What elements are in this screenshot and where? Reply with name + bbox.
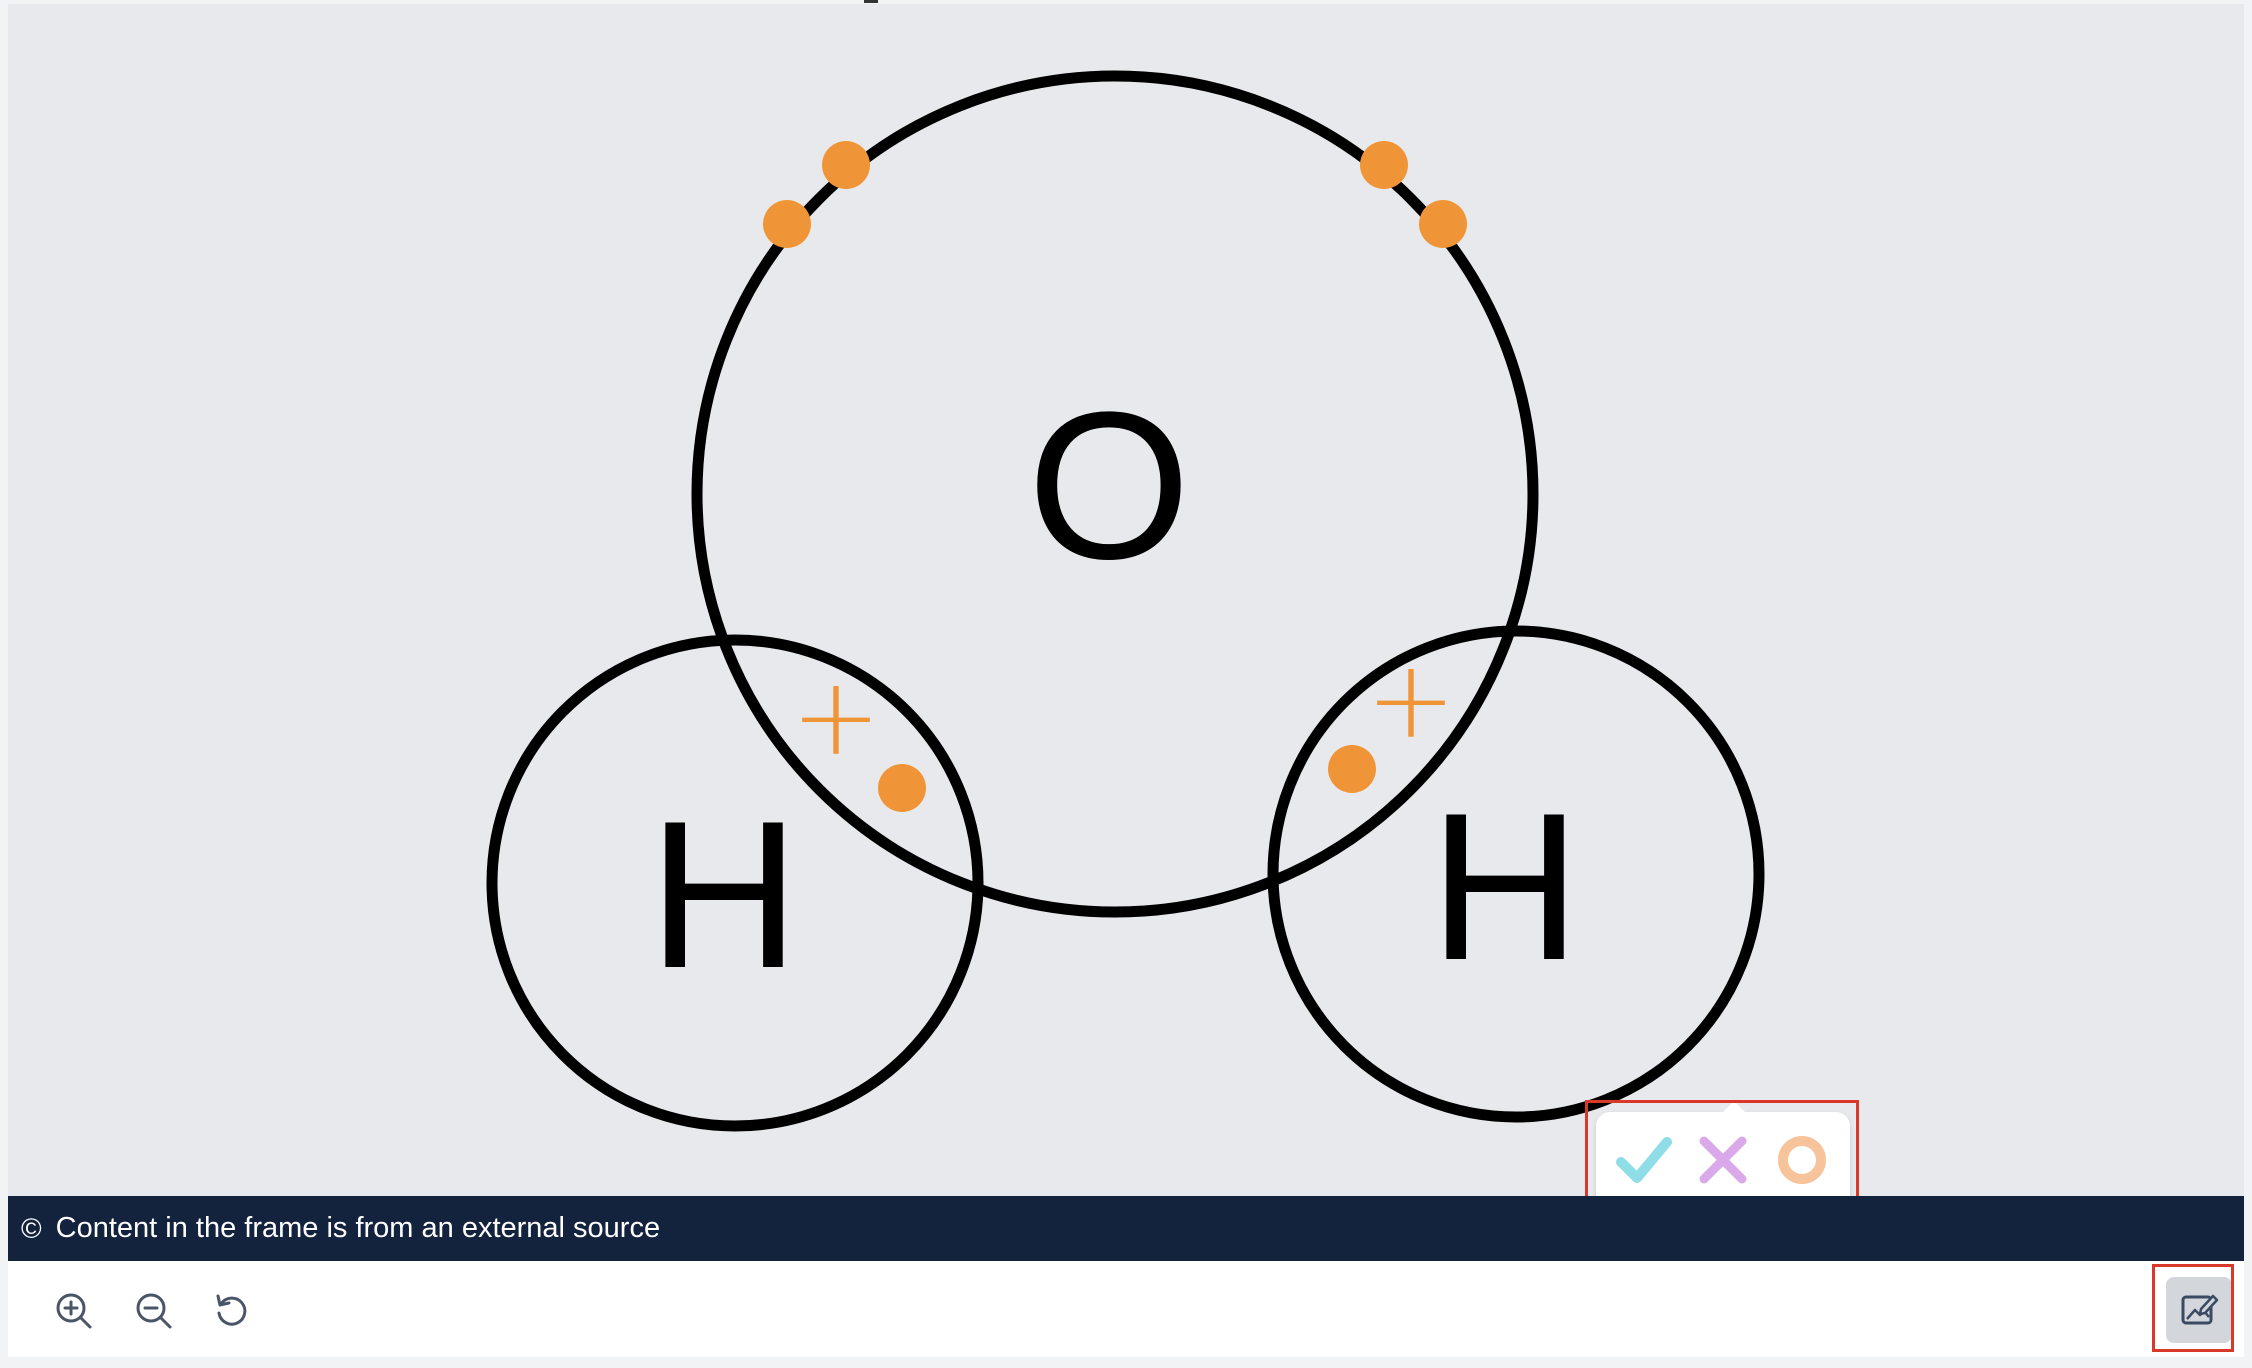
water-molecule-diagram: + + O H H — [486, 70, 1765, 1132]
external-source-notice: © Content in the frame is from an extern… — [8, 1196, 2244, 1261]
electron — [1360, 141, 1408, 189]
zoom-in-icon — [56, 1293, 92, 1329]
electron — [1419, 200, 1467, 248]
bottom-toolbar — [8, 1261, 2244, 1357]
check-icon — [1616, 1137, 1672, 1183]
reset-button[interactable] — [210, 1289, 254, 1333]
proton-symbol-right: + — [1366, 638, 1457, 763]
diagram-frame: + + O H H — [8, 4, 2244, 1196]
zoom-in-button[interactable] — [52, 1289, 96, 1333]
proton-symbol-left: + — [791, 655, 882, 780]
annotate-image-button[interactable] — [2166, 1277, 2232, 1343]
mark-circle-button[interactable] — [1771, 1129, 1833, 1191]
zoom-out-icon — [136, 1293, 172, 1329]
circle-icon — [1778, 1136, 1826, 1184]
hydrogen-left-label: H — [648, 777, 800, 1012]
electron — [822, 141, 870, 189]
electron — [763, 200, 811, 248]
top-marker — [864, 0, 878, 3]
zoom-out-button[interactable] — [132, 1289, 176, 1333]
copyright-icon: © — [21, 1212, 42, 1244]
mark-popup — [1596, 1101, 1850, 1208]
cross-icon — [1699, 1136, 1747, 1184]
electron — [878, 764, 926, 812]
external-source-text: Content in the frame is from an external… — [55, 1212, 661, 1244]
mark-correct-button[interactable] — [1613, 1129, 1675, 1191]
image-edit-icon — [2181, 1294, 2219, 1325]
hydrogen-right-label: H — [1429, 769, 1581, 1004]
mark-incorrect-button[interactable] — [1692, 1129, 1754, 1191]
oxygen-label: O — [1027, 368, 1190, 603]
rotate-ccw-icon — [216, 1294, 247, 1326]
